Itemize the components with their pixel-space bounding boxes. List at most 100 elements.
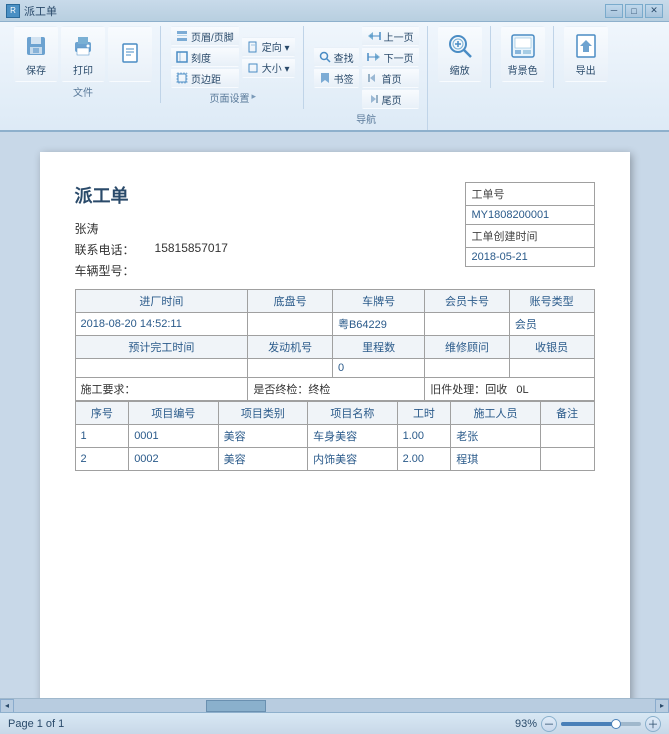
close-button[interactable]: ✕ — [645, 4, 663, 18]
member-card-value — [425, 313, 510, 336]
first-page-button[interactable]: 首页 — [362, 68, 419, 88]
item2-worker: 程琪 — [451, 448, 540, 471]
last-page-button[interactable]: 尾页 — [362, 89, 419, 109]
next-page-button[interactable]: 下一页 — [362, 47, 419, 67]
zoom-button[interactable]: 缩放 — [438, 26, 482, 82]
file-group-label: 文件 — [73, 84, 93, 99]
header-footer-label: 页眉/页脚 — [191, 29, 234, 44]
prev-page-label: 上一页 — [384, 29, 414, 44]
zoom-buttons: 缩放 — [438, 26, 482, 82]
main-data-row1: 2018-08-20 14:52:11 粤B64229 会员 — [75, 313, 594, 336]
work-order-number-value-row: MY1808200001 — [466, 206, 594, 225]
item1-remark — [540, 425, 594, 448]
ribbon-row: 保存 打印 文件 — [6, 26, 663, 130]
scale-label: 刻度 — [191, 50, 211, 65]
bookmark-button[interactable]: 书签 — [314, 68, 359, 88]
item-row-2: 2 0002 美容 内饰美容 2.00 程琪 — [75, 448, 594, 471]
nav-buttons: 查找 书签 上一页 下一页 — [314, 26, 419, 109]
ribbon-group-navigation: 查找 书签 上一页 下一页 — [306, 26, 428, 130]
col-chassis: 底盘号 — [248, 290, 333, 313]
zoom-controls: 93% － ＋ — [515, 716, 661, 732]
main-data-row2: 0 — [75, 359, 594, 378]
work-order-date-label-row: 工单创建时间 — [466, 225, 594, 248]
ribbon: 保存 打印 文件 — [0, 22, 669, 132]
work-order-box: 工单号 MY1808200001 工单创建时间 2018-05-21 — [465, 182, 595, 267]
h-scroll-thumb[interactable] — [206, 700, 266, 712]
nav-col2: 上一页 下一页 首页 尾页 — [362, 26, 419, 109]
item2-name: 内饰美容 — [308, 448, 397, 471]
customer-name: 张涛 — [75, 220, 99, 237]
item1-hours: 1.00 — [397, 425, 451, 448]
find-button[interactable]: 查找 — [314, 47, 359, 67]
col-seq: 序号 — [75, 402, 129, 425]
col-engine: 发动机号 — [248, 336, 333, 359]
item2-category: 美容 — [218, 448, 307, 471]
find-label: 查找 — [334, 50, 354, 65]
entry-time-value: 2018-08-20 14:52:11 — [75, 313, 248, 336]
background-button[interactable]: 背景色 — [501, 26, 545, 82]
print-preview-button[interactable] — [108, 26, 152, 82]
print-icon — [69, 32, 97, 60]
zoom-slider-fill — [561, 722, 613, 726]
item1-name: 车身美容 — [308, 425, 397, 448]
zoom-slider[interactable] — [561, 722, 641, 726]
main-info-table: 进厂时间 底盘号 车牌号 会员卡号 账号类型 2018-08-20 14:52:… — [75, 289, 595, 401]
print-button[interactable]: 打印 — [61, 26, 105, 82]
maximize-button[interactable]: □ — [625, 4, 643, 18]
work-order-number-value: MY1808200001 — [472, 209, 550, 221]
zoom-slider-thumb[interactable] — [611, 719, 621, 729]
margin-label: 页边距 — [191, 71, 221, 86]
orientation-button[interactable]: 定向 ▾ — [242, 37, 295, 57]
zoom-minus-button[interactable]: － — [541, 716, 557, 732]
page-setup-col1: 页眉/页脚 刻度 页边距 — [171, 26, 239, 88]
item1-seq: 1 — [75, 425, 129, 448]
inspection-label: 是否终检：终检 — [248, 378, 425, 401]
ribbon-group-background: 背景色 — [493, 26, 554, 88]
size-button[interactable]: 大小 ▾ — [242, 58, 295, 78]
bookmark-label: 书签 — [334, 71, 354, 86]
last-page-label: 尾页 — [382, 92, 402, 107]
item1-worker: 老张 — [451, 425, 540, 448]
plate-value: 粤B64229 — [332, 313, 424, 336]
col-entry-time: 进厂时间 — [75, 290, 248, 313]
first-page-label: 首页 — [382, 71, 402, 86]
save-icon — [22, 32, 50, 60]
car-type-label: 车辆型号： — [75, 262, 135, 279]
document-page: 工单号 MY1808200001 工单创建时间 2018-05-21 派工单 张… — [40, 152, 630, 698]
contact-label: 联系电话： — [75, 241, 135, 258]
export-button[interactable]: 导出 — [564, 26, 608, 82]
prev-page-button[interactable]: 上一页 — [362, 26, 419, 46]
page-setup-expand-icon[interactable]: ▸ — [252, 91, 257, 102]
h-scroll-left-button[interactable]: ◂ — [0, 699, 14, 713]
zoom-icon — [446, 32, 474, 60]
col-labor-hours: 工时 — [397, 402, 451, 425]
h-scroll-track[interactable] — [14, 699, 655, 712]
minimize-button[interactable]: － — [605, 4, 623, 18]
est-completion-value — [75, 359, 248, 378]
h-scroll-right-button[interactable]: ▸ — [655, 699, 669, 713]
document-viewport[interactable]: 工单号 MY1808200001 工单创建时间 2018-05-21 派工单 张… — [0, 132, 669, 698]
scale-button[interactable]: 刻度 — [171, 47, 239, 67]
items-header-row: 序号 项目编号 项目类别 项目名称 工时 施工人员 备注 — [75, 402, 594, 425]
margin-button[interactable]: 页边距 — [171, 68, 239, 88]
old-parts-label: 旧件处理：回收 0L — [425, 378, 594, 401]
col-plate: 车牌号 — [332, 290, 424, 313]
service-req-label: 施工要求： — [75, 378, 248, 401]
page-setup-col2: 定向 ▾ 大小 ▾ — [242, 37, 295, 78]
col-item-category: 项目类别 — [218, 402, 307, 425]
horizontal-scrollbar[interactable]: ◂ ▸ — [0, 698, 669, 712]
ribbon-group-zoom: 缩放 — [430, 26, 491, 88]
status-bar: Page 1 of 1 93% － ＋ — [0, 712, 669, 734]
col-account-type: 账号类型 — [509, 290, 594, 313]
col-member-card: 会员卡号 — [425, 290, 510, 313]
export-label: 导出 — [576, 62, 596, 77]
item2-remark — [540, 448, 594, 471]
zoom-plus-button[interactable]: ＋ — [645, 716, 661, 732]
background-label: 背景色 — [508, 62, 538, 77]
save-button[interactable]: 保存 — [14, 26, 58, 82]
orientation-label: 定向 ▾ — [262, 39, 290, 54]
work-order-number-label: 工单号 — [472, 189, 505, 201]
cashier-value — [509, 359, 594, 378]
item1-category: 美容 — [218, 425, 307, 448]
header-footer-button[interactable]: 页眉/页脚 — [171, 26, 239, 46]
